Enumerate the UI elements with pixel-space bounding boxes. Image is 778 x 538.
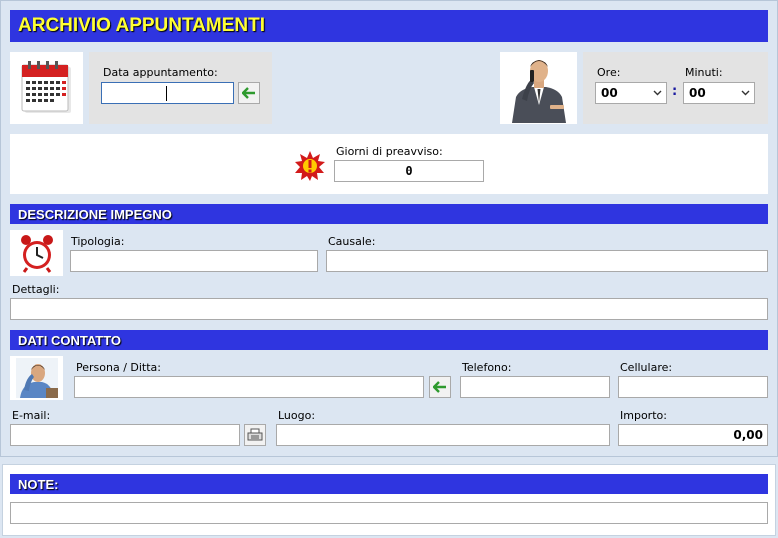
reason-input[interactable]: [326, 250, 768, 272]
hours-label: Ore:: [597, 66, 621, 79]
mobile-label: Cellulare:: [620, 361, 673, 374]
details-label: Dettagli:: [12, 283, 60, 296]
chevron-down-icon: [653, 90, 662, 96]
alarm-clock-picture: [10, 230, 63, 276]
send-email-button[interactable]: [244, 424, 266, 446]
type-label: Tipologia:: [71, 235, 125, 248]
arrow-left-icon: [433, 381, 446, 393]
mobile-input[interactable]: [618, 376, 768, 398]
arrow-left-icon: [242, 87, 255, 99]
type-input[interactable]: [70, 250, 318, 272]
chevron-down-icon: [741, 90, 750, 96]
amount-label: Importo:: [620, 409, 667, 422]
person-input[interactable]: [74, 376, 424, 398]
minutes-value: 00: [689, 86, 706, 100]
date-picker-button[interactable]: [238, 82, 260, 104]
place-label: Luogo:: [278, 409, 316, 422]
amount-input[interactable]: 0,00: [618, 424, 768, 446]
notice-days-input[interactable]: 0: [334, 160, 484, 182]
notice-days-value: 0: [405, 164, 413, 178]
person-label: Persona / Ditta:: [76, 361, 162, 374]
date-label: Data appuntamento:: [103, 66, 218, 79]
businessman-phone-icon: [511, 60, 566, 123]
email-label: E-mail:: [12, 409, 51, 422]
contact-person-picture: [10, 356, 63, 400]
page-title: ARCHIVIO APPUNTAMENTI: [10, 10, 768, 42]
place-input[interactable]: [276, 424, 610, 446]
date-input[interactable]: [101, 82, 234, 104]
minutes-select[interactable]: 00: [683, 82, 755, 104]
hours-value: 00: [601, 86, 618, 100]
email-input[interactable]: [10, 424, 240, 446]
minutes-label: Minuti:: [685, 66, 723, 79]
hours-select[interactable]: 00: [595, 82, 667, 104]
notes-section-title: NOTE:: [10, 474, 768, 494]
description-section-title: DESCRIZIONE IMPEGNO: [10, 204, 768, 224]
phone-label: Telefono:: [462, 361, 512, 374]
calendar-picture: [10, 52, 83, 124]
alert-burst: [294, 150, 326, 182]
phone-input[interactable]: [460, 376, 610, 398]
person-lookup-button[interactable]: [429, 376, 451, 398]
email-send-icon: [247, 428, 263, 441]
calendar-icon: [21, 61, 71, 113]
details-input[interactable]: [10, 298, 768, 320]
businessman-picture: [500, 52, 577, 124]
contact-section-title: DATI CONTATTO: [10, 330, 768, 350]
time-separator: :: [672, 84, 678, 99]
alert-burst-icon: [295, 151, 325, 181]
alarm-clock-icon: [20, 235, 53, 273]
amount-value: 0,00: [733, 428, 763, 442]
contact-person-icon: [15, 358, 58, 398]
reason-label: Causale:: [328, 235, 376, 248]
text-cursor: [166, 85, 167, 101]
notes-input[interactable]: [10, 502, 768, 524]
notice-label: Giorni di preavviso:: [336, 145, 443, 158]
